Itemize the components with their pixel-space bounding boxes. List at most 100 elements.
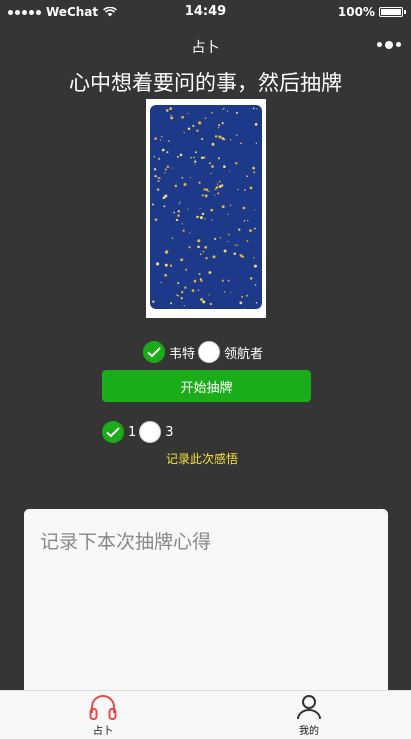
star-dot [156,262,160,266]
star-dot [170,302,173,305]
deck-radio-rider-waite[interactable] [143,341,165,363]
card-count-selector: 1 3 [102,421,177,443]
star-dot [153,168,157,171]
start-draw-button[interactable]: 开始抽牌 [102,370,311,402]
more-dots-icon[interactable] [377,40,401,49]
star-dot [221,137,225,140]
star-dot [187,127,191,130]
instruction-text: 心中想着要问的事，然后抽牌 [69,71,342,95]
star-dot [218,135,220,137]
star-dot [201,194,204,197]
star-dot [223,165,226,168]
record-insight-link[interactable]: 记录此次感悟 [166,450,238,467]
star-dot [253,264,257,268]
battery-percent: 100% [337,5,375,19]
star-dot [256,108,258,110]
star-dot [199,253,202,256]
star-dot [165,109,169,112]
star-dot [187,112,189,114]
star-dot [166,165,170,169]
star-dot [198,121,202,125]
star-dot [227,110,229,112]
star-dot [200,156,204,160]
star-dot [193,156,195,159]
star-dot [209,302,212,306]
star-dot [174,184,178,188]
star-dot [180,258,184,262]
notes-textarea[interactable]: 记录下本次抽牌心得 [24,509,388,709]
star-dot [200,298,204,301]
star-dot [197,289,200,291]
star-dot [194,163,196,165]
star-dot [243,219,246,222]
star-dot [238,228,241,231]
star-dot [236,134,238,136]
star-dot [241,295,244,298]
card-back-image [150,105,262,309]
star-dot [172,167,174,169]
star-dot [233,252,237,256]
star-dot [252,107,255,110]
star-dot [169,107,173,111]
star-dot [209,162,211,165]
star-dot [219,236,222,239]
deck-radio-navigator[interactable] [198,341,221,363]
star-dot [154,218,158,221]
star-dot [214,135,218,138]
star-dot [171,237,174,239]
star-dot [254,209,256,211]
star-dot [254,284,257,286]
star-dot [217,183,219,185]
star-dot [211,142,215,146]
star-dot [199,216,201,218]
star-dot [154,137,157,140]
tab-mine[interactable]: 我的 [279,693,339,737]
star-dot [163,205,166,208]
star-dot [218,124,221,127]
tab-divination[interactable]: 占卜 [73,693,133,737]
star-dot [185,268,188,271]
star-dot [180,297,183,300]
star-dot [179,201,181,203]
star-dot [235,111,238,114]
star-dot [224,291,226,293]
star-dot [191,289,195,292]
star-dot [217,192,220,195]
star-dot [199,207,201,209]
star-dot [173,211,176,214]
star-dot [229,170,231,172]
star-dot [188,246,191,249]
star-dot [210,172,212,175]
star-dot [211,165,214,168]
star-dot [197,245,200,249]
star-dot [194,151,197,154]
star-dot [244,189,246,191]
count-radio-3[interactable] [139,421,162,443]
star-dot [221,108,223,111]
star-dot [196,129,199,132]
star-dot [202,300,206,304]
star-dot [177,210,180,213]
star-dot [249,186,253,190]
star-dot [162,196,166,200]
star-dot [246,294,248,297]
star-dot [198,181,201,184]
star-dot [221,122,224,125]
star-dot [210,111,213,114]
star-dot [221,280,224,282]
user-icon [297,695,321,720]
star-dot [175,218,179,222]
tarot-card[interactable] [146,99,266,318]
star-dot [157,157,161,160]
star-dot [166,250,169,253]
star-dot [197,239,201,243]
count-radio-1[interactable] [102,421,124,443]
star-dot [190,156,192,159]
star-dot [234,244,237,246]
tab-label-mine: 我的 [299,726,319,737]
star-dot [181,176,184,179]
star-dot [153,155,156,158]
nav-bar: 占卜 [0,30,411,60]
star-dot [181,223,183,225]
star-dot [230,139,232,141]
